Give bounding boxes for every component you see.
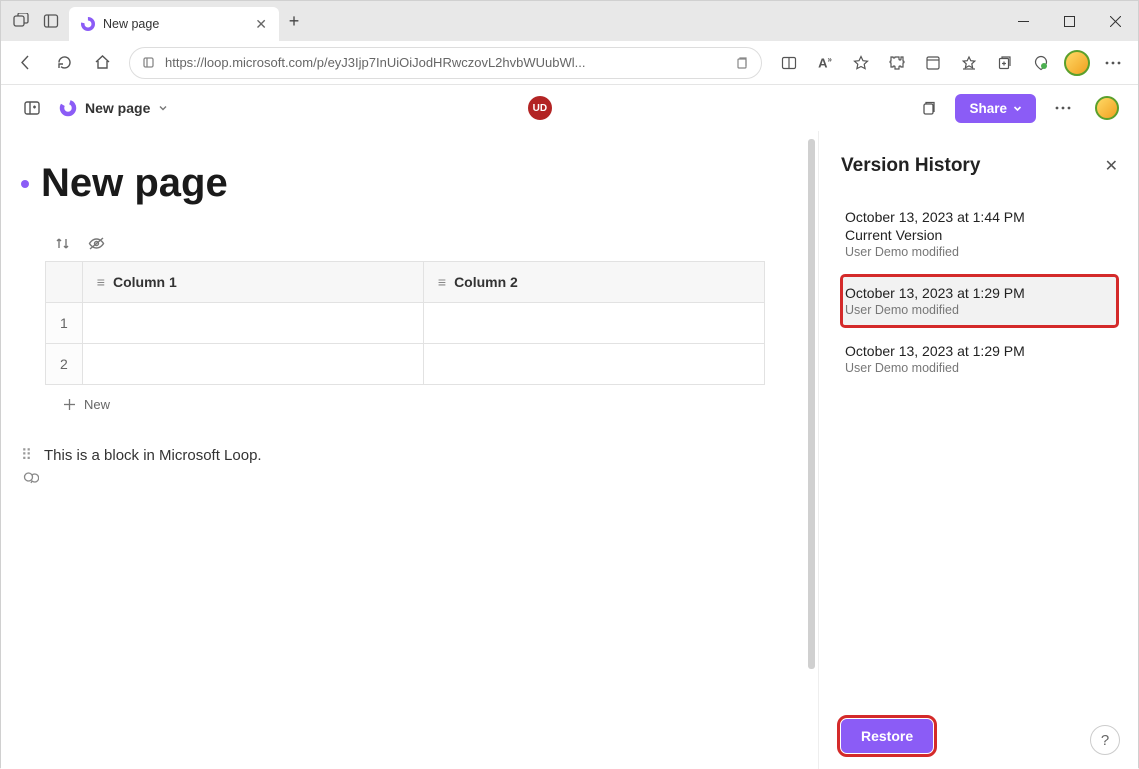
tab-title: New page	[103, 17, 159, 31]
column-header-1[interactable]: ≡Column 1	[82, 262, 423, 303]
row-number[interactable]: 1	[46, 303, 83, 344]
version-modifier: User Demo modified	[845, 361, 1114, 375]
loop-icon	[59, 99, 77, 117]
window-maximize-button[interactable]	[1046, 1, 1092, 41]
comment-icon[interactable]	[21, 470, 798, 486]
close-panel-button[interactable]: ✕	[1105, 156, 1118, 176]
table-cell[interactable]	[82, 303, 423, 344]
user-presence-badge[interactable]: UD	[528, 96, 552, 120]
tab-close-icon[interactable]: ✕	[255, 16, 267, 33]
profile-avatar[interactable]	[1090, 91, 1124, 125]
new-tab-button[interactable]: +	[279, 11, 309, 32]
content-table[interactable]: ≡Column 1 ≡Column 2 1 2	[45, 261, 765, 385]
profile-button[interactable]	[1060, 46, 1094, 80]
plus-icon	[63, 398, 76, 411]
hide-icon[interactable]	[88, 236, 105, 251]
browser-toolbar: https://loop.microsoft.com/p/eyJ3Ijp7InU…	[1, 41, 1138, 85]
window-minimize-button[interactable]	[1000, 1, 1046, 41]
table-cell[interactable]	[423, 344, 764, 385]
window-close-button[interactable]	[1092, 1, 1138, 41]
column-header-2[interactable]: ≡Column 2	[423, 262, 764, 303]
version-item[interactable]: October 13, 2023 at 1:44 PM Current Vers…	[841, 199, 1118, 269]
home-button[interactable]	[85, 46, 119, 80]
table-row[interactable]: 2	[46, 344, 765, 385]
window-titlebar: New page ✕ +	[1, 1, 1138, 41]
page-canvas[interactable]: New page ≡Column 1 ≡Column 2 1	[1, 131, 818, 769]
browser-tab[interactable]: New page ✕	[69, 7, 279, 41]
help-button[interactable]: ?	[1090, 725, 1120, 755]
collections-icon[interactable]	[988, 46, 1022, 80]
tab-actions-icon[interactable]	[41, 11, 61, 31]
url-text: https://loop.microsoft.com/p/eyJ3Ijp7InU…	[165, 55, 725, 70]
favorites-bar-icon[interactable]	[952, 46, 986, 80]
sort-icon[interactable]	[55, 236, 70, 251]
browser-essentials-icon[interactable]	[1024, 46, 1058, 80]
app-header: New page UD Share	[1, 85, 1138, 131]
scrollbar[interactable]	[808, 139, 815, 669]
version-current-label: Current Version	[845, 227, 1114, 243]
toggle-sidebar-button[interactable]	[15, 91, 49, 125]
panel-title: Version History	[841, 155, 980, 177]
copy-component-button[interactable]	[911, 91, 945, 125]
breadcrumb-page-name: New page	[85, 100, 150, 116]
chevron-down-icon	[158, 103, 168, 113]
version-timestamp: October 13, 2023 at 1:29 PM	[845, 285, 1114, 301]
extensions-icon[interactable]	[880, 46, 914, 80]
version-timestamp: October 13, 2023 at 1:44 PM	[845, 209, 1114, 225]
add-row-button[interactable]: New	[49, 389, 798, 420]
version-timestamp: October 13, 2023 at 1:29 PM	[845, 343, 1114, 359]
address-bar[interactable]: https://loop.microsoft.com/p/eyJ3Ijp7InU…	[129, 47, 762, 79]
favorite-icon[interactable]	[844, 46, 878, 80]
site-info-icon[interactable]	[142, 56, 155, 69]
version-item-selected[interactable]: October 13, 2023 at 1:29 PM User Demo mo…	[841, 275, 1118, 327]
sidebar-icon[interactable]	[916, 46, 950, 80]
copy-url-icon[interactable]	[735, 56, 749, 70]
table-cell[interactable]	[82, 344, 423, 385]
drag-handle-icon[interactable]: ⠿	[21, 446, 30, 464]
loop-favicon-icon	[81, 17, 95, 31]
breadcrumb[interactable]: New page	[59, 99, 168, 117]
back-button[interactable]	[9, 46, 43, 80]
text-block[interactable]: This is a block in Microsoft Loop.	[44, 447, 262, 464]
row-number[interactable]: 2	[46, 344, 83, 385]
version-modifier: User Demo modified	[845, 245, 1114, 259]
restore-button[interactable]: Restore	[841, 719, 933, 753]
version-history-panel: Version History ✕ October 13, 2023 at 1:…	[818, 131, 1138, 769]
page-title[interactable]: New page	[41, 161, 228, 206]
title-bullet-icon	[21, 180, 29, 188]
split-screen-icon[interactable]	[772, 46, 806, 80]
version-modifier: User Demo modified	[845, 303, 1114, 317]
table-row[interactable]: 1	[46, 303, 765, 344]
refresh-button[interactable]	[47, 46, 81, 80]
chevron-down-icon	[1013, 104, 1022, 113]
table-corner-cell[interactable]	[46, 262, 83, 303]
share-button[interactable]: Share	[955, 94, 1036, 123]
version-item[interactable]: October 13, 2023 at 1:29 PM User Demo mo…	[841, 333, 1118, 385]
more-menu-button[interactable]	[1096, 46, 1130, 80]
page-more-button[interactable]	[1046, 91, 1080, 125]
workspaces-icon[interactable]	[11, 11, 31, 31]
read-aloud-icon[interactable]: A»	[808, 46, 842, 80]
table-cell[interactable]	[423, 303, 764, 344]
